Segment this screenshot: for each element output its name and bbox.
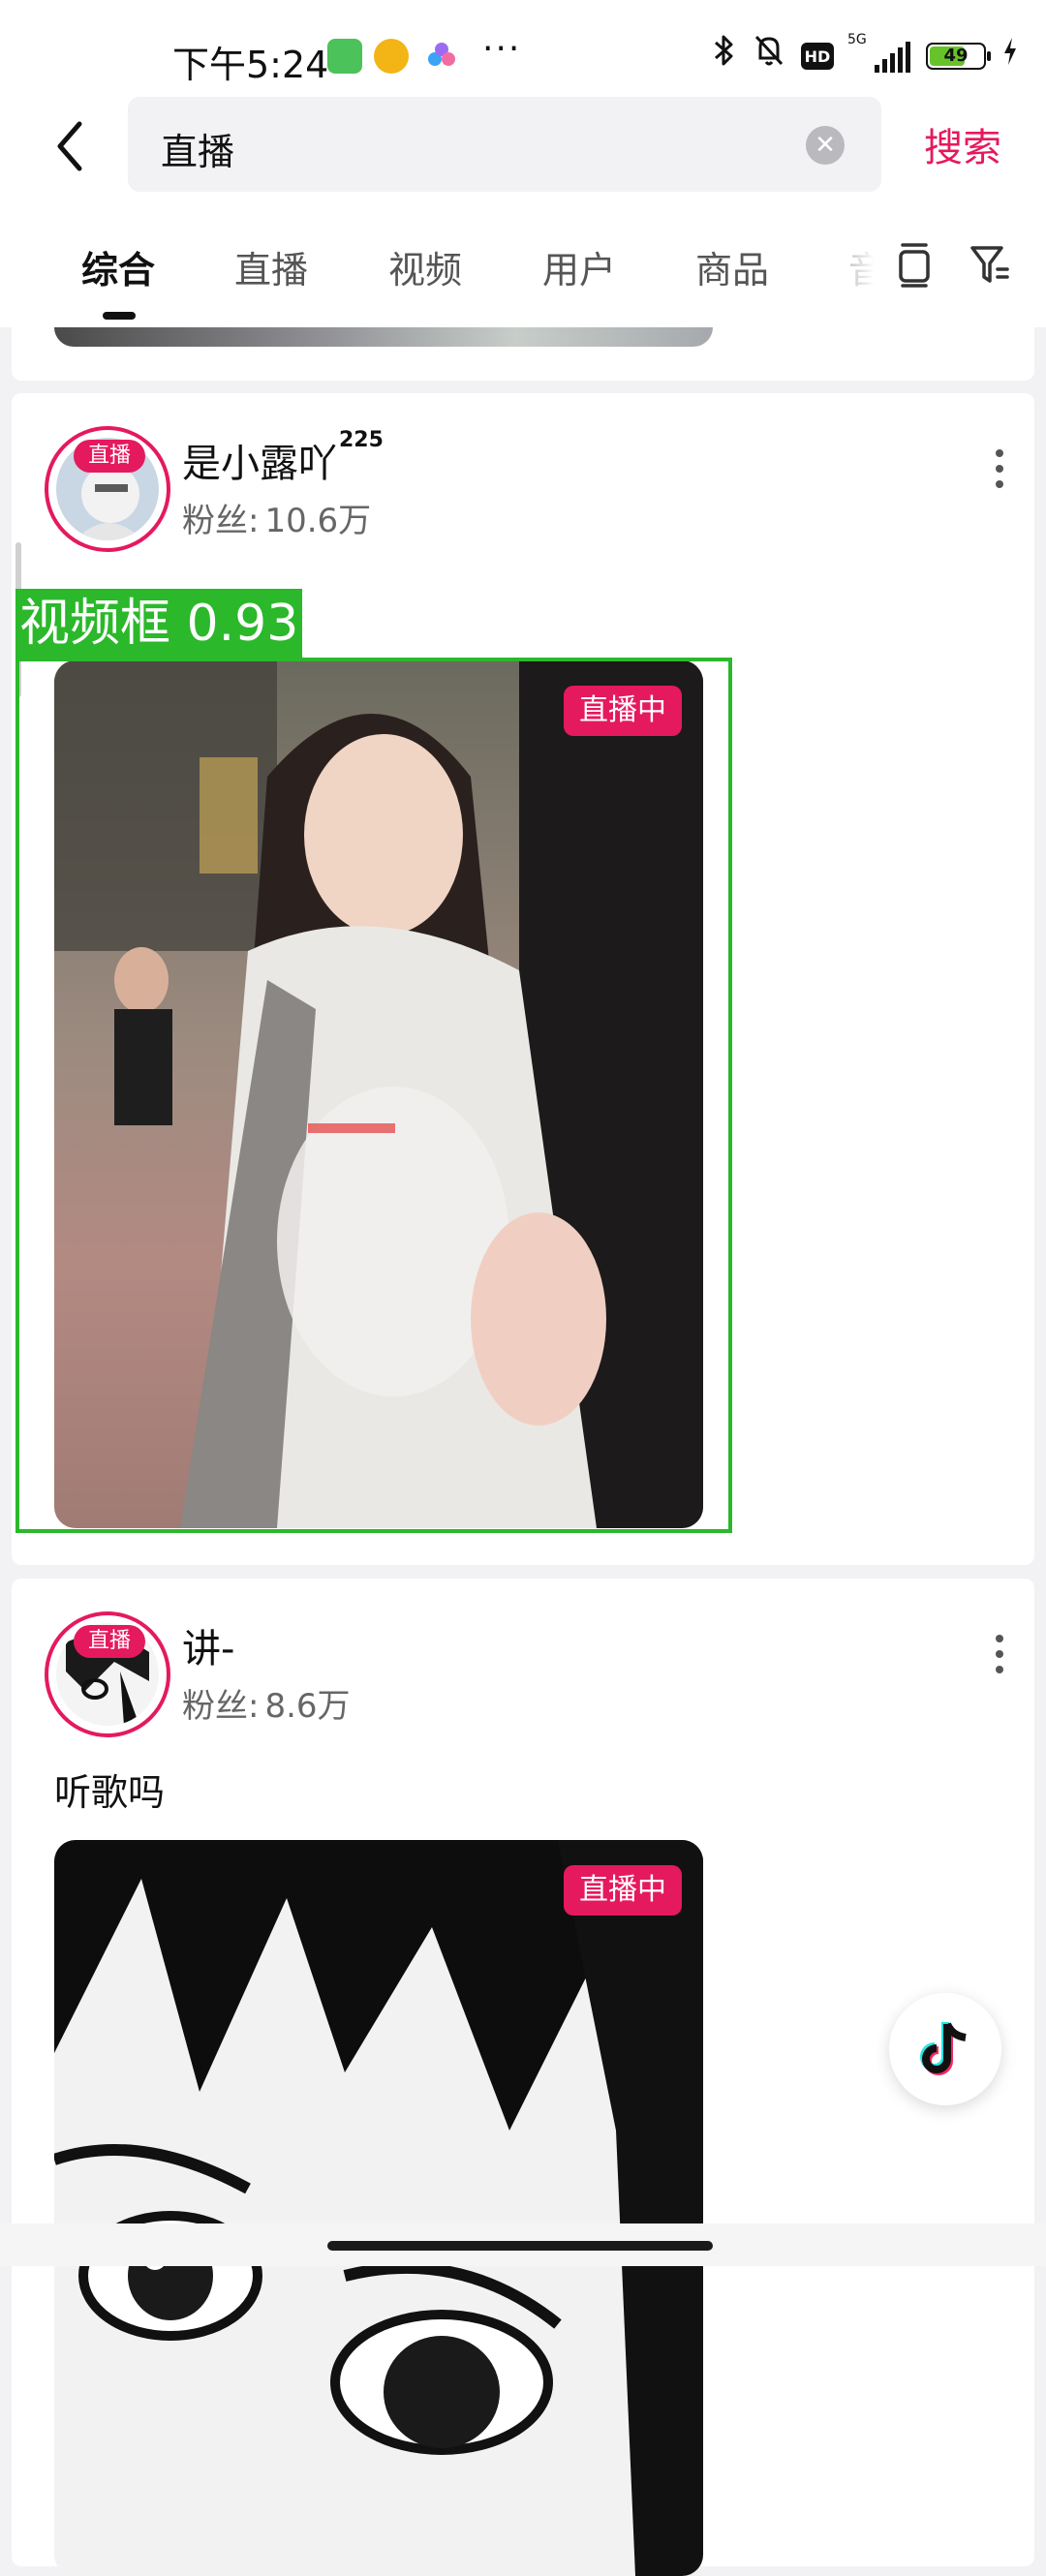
live-badge: 直播 bbox=[74, 1625, 145, 1658]
previous-result-card[interactable] bbox=[12, 327, 1034, 381]
tab-video[interactable]: 视频 bbox=[388, 240, 462, 293]
active-tab-indicator bbox=[103, 312, 136, 320]
cloud-app-icon bbox=[424, 39, 459, 74]
fans-label: 粉丝: bbox=[182, 502, 260, 540]
bluetooth-icon bbox=[712, 33, 737, 80]
search-button[interactable]: 搜索 bbox=[924, 116, 1001, 172]
status-bar: 下午5:24 ··· HD 5G 49 bbox=[0, 0, 1046, 107]
detection-label: 视频框 0.93 bbox=[15, 589, 303, 659]
back-button[interactable] bbox=[43, 112, 101, 180]
tab-live[interactable]: 直播 bbox=[234, 240, 308, 293]
app-58-icon bbox=[374, 39, 409, 74]
search-query[interactable]: 直播 bbox=[161, 122, 234, 175]
chevron-left-icon bbox=[57, 121, 82, 171]
more-options-button[interactable] bbox=[992, 1629, 1007, 1683]
fans-value: 10.6万 bbox=[264, 502, 372, 540]
more-notifications-icon: ··· bbox=[482, 29, 522, 69]
fans-count: 粉丝: 10.6万 bbox=[182, 494, 371, 541]
detection-box bbox=[15, 658, 732, 1533]
view-toggle-icon[interactable] bbox=[893, 240, 936, 289]
wechat-icon bbox=[327, 39, 362, 74]
video-thumbnail-image bbox=[54, 1840, 703, 2576]
cellular-signal-icon: 5G bbox=[847, 32, 910, 73]
tab-users[interactable]: 用户 bbox=[542, 240, 616, 293]
douyin-float-button[interactable] bbox=[889, 1993, 1001, 2105]
home-indicator[interactable] bbox=[327, 2241, 713, 2251]
user-name[interactable]: 是小露吖225 bbox=[182, 428, 384, 488]
user-name[interactable]: 讲- bbox=[182, 1617, 234, 1673]
douyin-logo-icon bbox=[920, 2022, 967, 2075]
fans-value: 8.6万 bbox=[264, 1687, 351, 1726]
hd-voice-icon: HD bbox=[801, 43, 834, 70]
mute-bell-icon bbox=[753, 33, 785, 80]
tab-comprehensive[interactable]: 综合 bbox=[81, 240, 155, 293]
close-icon: ✕ bbox=[815, 131, 836, 160]
avatar[interactable]: 直播 bbox=[45, 1611, 170, 1737]
tab-products[interactable]: 商品 bbox=[695, 240, 769, 293]
battery-level: 49 bbox=[943, 46, 969, 66]
more-options-button[interactable] bbox=[992, 444, 1007, 498]
filter-icon[interactable] bbox=[969, 240, 1011, 289]
search-input[interactable]: 直播 ✕ bbox=[128, 97, 881, 192]
network-type: 5G bbox=[847, 32, 867, 47]
live-now-tag: 直播中 bbox=[564, 1865, 682, 1916]
user-name-text[interactable]: 是小露吖 bbox=[182, 442, 337, 486]
category-tabs: 综合 直播 视频 用户 商品 音 bbox=[0, 215, 1046, 327]
live-video-thumbnail[interactable]: 直播中 bbox=[54, 1840, 703, 2576]
clear-search-button[interactable]: ✕ bbox=[806, 126, 845, 165]
avatar[interactable]: 直播 bbox=[45, 426, 170, 552]
battery-icon: 49 bbox=[926, 43, 991, 70]
live-badge: 直播 bbox=[74, 440, 145, 473]
fans-label: 粉丝: bbox=[182, 1687, 260, 1726]
system-icons: HD 5G 49 bbox=[712, 32, 1019, 80]
status-time: 下午5:24 bbox=[172, 44, 329, 86]
previous-video-thumbnail[interactable] bbox=[54, 327, 713, 347]
user-level: 225 bbox=[339, 428, 384, 452]
fans-count: 粉丝: 8.6万 bbox=[182, 1679, 351, 1727]
charging-icon bbox=[1001, 33, 1019, 79]
result-card[interactable]: 直播 讲- 粉丝: 8.6万 听歌吗 直播中 bbox=[12, 1579, 1034, 2576]
description: 听歌吗 bbox=[54, 1771, 166, 1814]
